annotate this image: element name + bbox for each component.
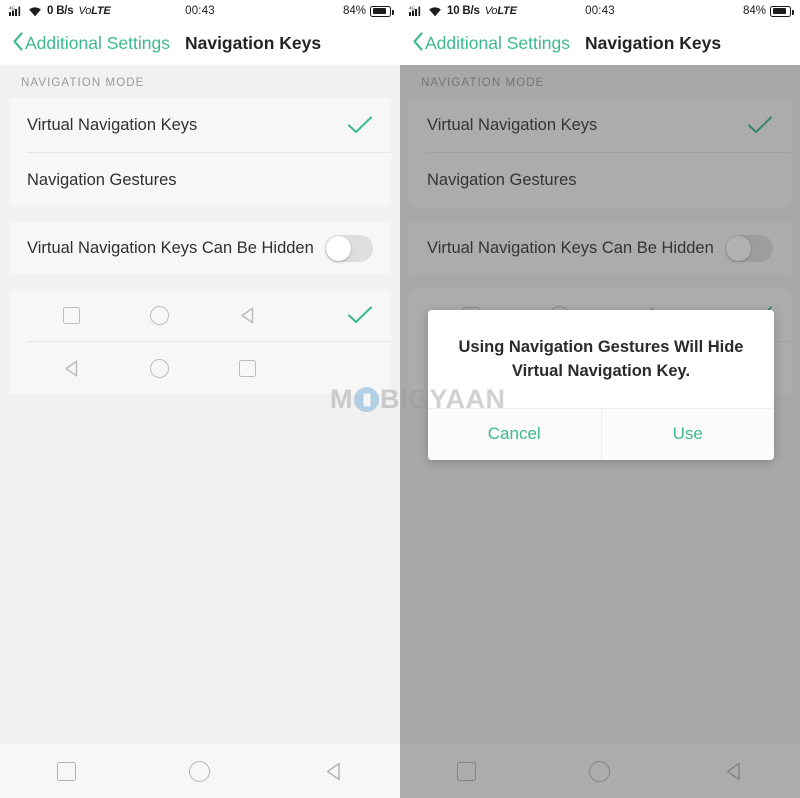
hide-keys-card: Virtual Navigation Keys Can Be Hidden [9, 221, 391, 275]
status-bar-left: 4G 0 B/s VoLTE [9, 5, 111, 17]
dialog-actions: Cancel Use [428, 407, 775, 460]
back-triangle-icon[interactable] [267, 761, 400, 782]
back-label: Additional Settings [25, 33, 170, 53]
wifi-icon [428, 6, 442, 17]
system-navigation-bar [400, 744, 800, 798]
key-layout-card [9, 289, 391, 394]
status-bar: 4G 0 B/s VoLTE 00:43 84% [0, 0, 400, 22]
home-circle-icon[interactable] [133, 760, 266, 782]
recents-square-icon[interactable] [400, 761, 533, 781]
back-to-additional-settings[interactable]: Additional Settings [12, 31, 170, 56]
app-bar: Additional Settings Navigation Keys [0, 22, 400, 65]
option-navigation-gestures[interactable]: Navigation Gestures [9, 153, 391, 207]
option-label: Navigation Gestures [27, 170, 177, 189]
status-bar-right: 84% [742, 5, 794, 17]
recents-square-icon [203, 359, 291, 377]
status-bar-right: 84% [342, 5, 394, 17]
hide-keys-toggle[interactable] [725, 234, 773, 262]
option-virtual-navigation-keys[interactable]: Virtual Navigation Keys [9, 98, 391, 152]
confirmation-dialog: Using Navigation Gestures Will Hide Virt… [428, 310, 774, 460]
volte-indicator: VoLTE [484, 5, 517, 17]
back-triangle-icon [203, 306, 291, 325]
settings-content: NAVIGATION MODE Virtual Navigation Keys … [0, 65, 400, 744]
dialog-message: Using Navigation Gestures Will Hide Virt… [428, 310, 774, 408]
home-circle-icon [115, 358, 203, 378]
clock: 00:43 [585, 5, 615, 17]
signal-bars-4g-icon: 4G [409, 5, 423, 17]
recents-square-icon [27, 306, 115, 324]
battery-percent-label: 84% [742, 5, 766, 17]
cancel-button[interactable]: Cancel [428, 409, 601, 460]
key-layout-option-1[interactable] [9, 289, 391, 341]
back-triangle-icon[interactable] [667, 761, 800, 782]
page-title: Navigation Keys [184, 33, 322, 53]
right-phone-screen: 4G 10 B/s VoLTE 00:43 84% Additional Set… [400, 0, 800, 798]
section-header-navigation-mode: NAVIGATION MODE [421, 77, 545, 89]
battery-icon [770, 5, 794, 17]
key-layout-option-2[interactable] [9, 342, 391, 394]
system-navigation-bar [0, 744, 400, 798]
battery-icon [370, 5, 394, 17]
option-label: Navigation Gestures [427, 170, 577, 189]
network-rate-label: 10 B/s [447, 5, 480, 17]
screenshot-stage: 4G 0 B/s VoLTE 00:43 84% Additional Sett… [0, 0, 800, 798]
hide-keys-toggle[interactable] [325, 234, 373, 262]
dialog-message-line-2: Virtual Navigation Key. [511, 361, 691, 380]
check-icon [347, 305, 373, 325]
chevron-left-icon [412, 31, 424, 56]
home-circle-icon [115, 305, 203, 325]
svg-text:4G: 4G [409, 6, 415, 11]
check-icon [747, 115, 773, 135]
back-triangle-icon [27, 359, 115, 378]
hide-keys-card: Virtual Navigation Keys Can Be Hidden [409, 221, 791, 275]
back-to-additional-settings[interactable]: Additional Settings [412, 31, 570, 56]
page-title: Navigation Keys [584, 33, 722, 53]
row-virtual-keys-can-be-hidden[interactable]: Virtual Navigation Keys Can Be Hidden [409, 221, 791, 275]
section-header-navigation-mode: NAVIGATION MODE [21, 77, 145, 89]
toggle-knob [326, 235, 351, 261]
wifi-icon [28, 6, 42, 17]
recents-square-icon[interactable] [0, 761, 133, 781]
check-icon [347, 115, 373, 135]
home-circle-icon[interactable] [533, 760, 666, 782]
use-button[interactable]: Use [602, 409, 775, 460]
row-virtual-keys-can-be-hidden[interactable]: Virtual Navigation Keys Can Be Hidden [9, 221, 391, 275]
option-label: Virtual Navigation Keys [427, 115, 598, 134]
row-label: Virtual Navigation Keys Can Be Hidden [427, 238, 714, 257]
signal-bars-4g-icon: 4G [9, 5, 23, 17]
battery-percent-label: 84% [342, 5, 366, 17]
app-bar: Additional Settings Navigation Keys [400, 22, 800, 65]
status-bar-left: 4G 10 B/s VoLTE [409, 5, 517, 17]
left-phone-screen: 4G 0 B/s VoLTE 00:43 84% Additional Sett… [0, 0, 400, 798]
volte-indicator: VoLTE [78, 5, 111, 17]
back-label: Additional Settings [425, 33, 570, 53]
navigation-mode-card: Virtual Navigation Keys Navigation Gestu… [409, 98, 791, 207]
row-label: Virtual Navigation Keys Can Be Hidden [27, 238, 314, 257]
toggle-knob [726, 235, 751, 261]
option-navigation-gestures[interactable]: Navigation Gestures [409, 153, 791, 207]
svg-text:4G: 4G [9, 6, 15, 11]
option-virtual-navigation-keys[interactable]: Virtual Navigation Keys [409, 98, 791, 152]
dialog-message-line-1: Using Navigation Gestures Will Hide [458, 338, 744, 356]
navigation-mode-card: Virtual Navigation Keys Navigation Gestu… [9, 98, 391, 207]
option-label: Virtual Navigation Keys [27, 115, 198, 134]
clock: 00:43 [185, 5, 215, 17]
network-rate-label: 0 B/s [47, 5, 74, 17]
status-bar: 4G 10 B/s VoLTE 00:43 84% [400, 0, 800, 22]
chevron-left-icon [12, 31, 24, 56]
